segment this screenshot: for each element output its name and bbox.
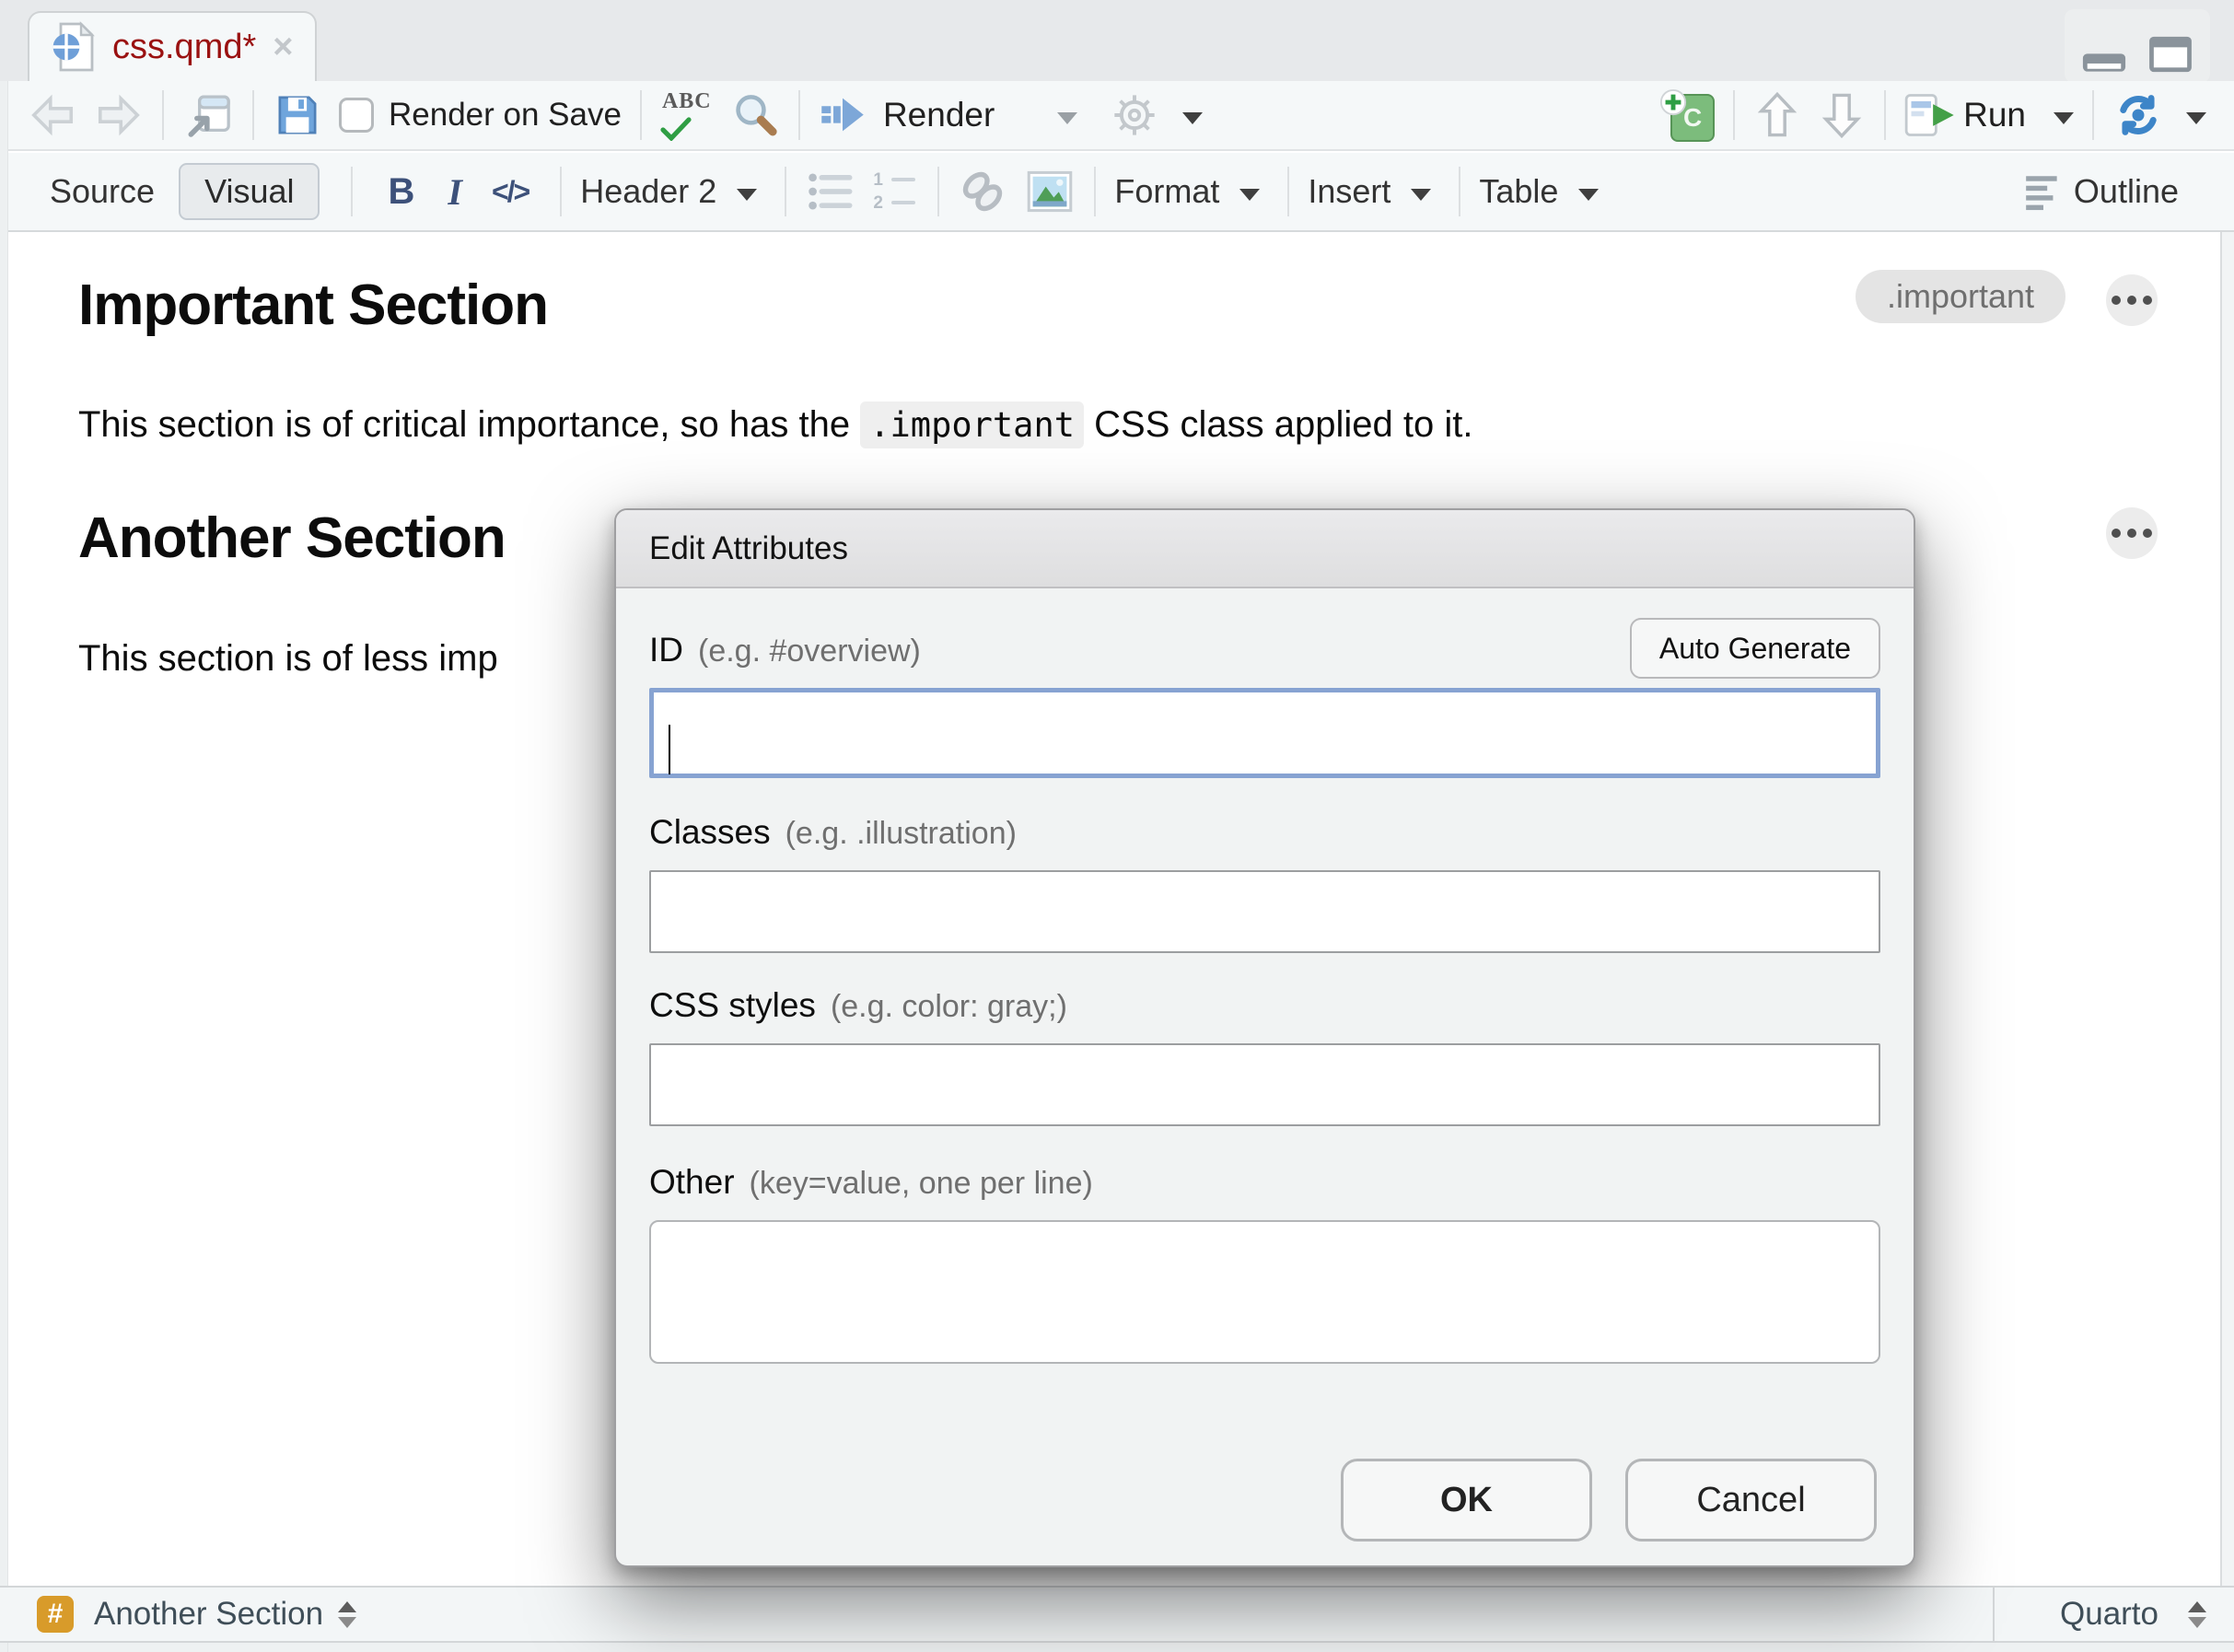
outline-location[interactable]: Another Section bbox=[94, 1596, 323, 1633]
minimize-pane-icon[interactable] bbox=[2081, 52, 2127, 74]
other-field-label: Other (key=value, one per line) bbox=[649, 1163, 1880, 1202]
id-field-label: ID (e.g. #overview) bbox=[649, 631, 1880, 669]
rerun-icon[interactable] bbox=[2112, 91, 2164, 139]
code-button[interactable]: </> bbox=[492, 175, 529, 209]
tab-close-icon[interactable]: × bbox=[273, 29, 293, 64]
classes-input[interactable] bbox=[649, 870, 1880, 953]
edit-attributes-dialog: Edit Attributes Auto Generate ID (e.g. #… bbox=[614, 508, 1915, 1567]
window-bottom-edge bbox=[0, 1643, 2234, 1652]
format-menu[interactable]: Format bbox=[1114, 172, 1260, 211]
inline-code-important[interactable]: .important bbox=[860, 401, 1084, 448]
main-toolbar: Render on Save ABC Render bbox=[0, 81, 2234, 151]
maximize-pane-icon[interactable] bbox=[2147, 35, 2193, 74]
bullet-list-icon[interactable] bbox=[805, 168, 855, 215]
source-mode-button[interactable]: Source bbox=[50, 172, 155, 211]
heading-important-section[interactable]: Important Section bbox=[78, 273, 1828, 338]
dialog-body: ID (e.g. #overview) Classes (e.g. .illus… bbox=[616, 588, 1914, 1565]
text-caret bbox=[669, 725, 670, 774]
table-menu[interactable]: Table bbox=[1479, 172, 1599, 211]
block-options-icon[interactable] bbox=[2106, 507, 2158, 559]
render-icon[interactable] bbox=[819, 91, 867, 139]
save-icon[interactable] bbox=[273, 90, 322, 140]
run-button[interactable]: Run bbox=[1963, 96, 2026, 134]
link-icon[interactable] bbox=[958, 167, 1007, 216]
status-bar: # Another Section Quarto bbox=[0, 1586, 2234, 1643]
editor-mode-selector[interactable]: Quarto bbox=[1993, 1588, 2234, 1641]
cancel-button[interactable]: Cancel bbox=[1625, 1459, 1877, 1541]
numbered-list-icon[interactable]: 1 2 bbox=[871, 168, 919, 215]
render-on-save-label: Render on Save bbox=[389, 97, 622, 134]
render-on-save-checkbox[interactable] bbox=[339, 98, 374, 133]
run-dropdown-icon[interactable] bbox=[2054, 112, 2074, 124]
heading-hash-icon: # bbox=[37, 1596, 74, 1633]
tab-title: css.qmd* bbox=[112, 28, 256, 67]
forward-arrow-icon[interactable] bbox=[94, 90, 144, 140]
editor-right-gutter bbox=[2220, 232, 2234, 1586]
insert-chunk-icon[interactable]: C bbox=[1659, 88, 1715, 142]
mode-stepper-icon bbox=[2188, 1601, 2206, 1628]
header-level-dropdown[interactable]: Header 2 bbox=[580, 172, 757, 211]
run-icon[interactable] bbox=[1904, 91, 1958, 139]
id-input[interactable] bbox=[649, 688, 1880, 778]
bold-button[interactable]: B bbox=[388, 171, 414, 213]
css-styles-input[interactable] bbox=[649, 1043, 1880, 1126]
other-input[interactable] bbox=[649, 1220, 1880, 1364]
classes-field-label: Classes (e.g. .illustration) bbox=[649, 813, 1880, 852]
pane-window-controls bbox=[2065, 9, 2210, 83]
paragraph-1[interactable]: This section is of critical importance, … bbox=[78, 399, 1828, 450]
format-toolbar: Source Visual B I </> Header 2 1 2 bbox=[0, 153, 2234, 232]
visual-mode-button[interactable]: Visual bbox=[179, 163, 320, 220]
gear-dropdown-icon[interactable] bbox=[1182, 112, 1203, 124]
class-badge-important[interactable]: .important bbox=[1856, 270, 2065, 323]
block-options-icon[interactable] bbox=[2106, 274, 2158, 326]
search-icon[interactable] bbox=[730, 90, 780, 140]
rerun-dropdown-icon[interactable] bbox=[2186, 112, 2206, 124]
back-arrow-icon[interactable] bbox=[28, 90, 77, 140]
jump-down-icon[interactable] bbox=[1818, 89, 1866, 141]
outline-icon bbox=[2022, 171, 2065, 212]
image-icon[interactable] bbox=[1024, 168, 1076, 215]
jump-up-icon[interactable] bbox=[1753, 89, 1801, 141]
location-stepper-icon[interactable] bbox=[338, 1601, 356, 1628]
outline-toggle[interactable]: Outline bbox=[2074, 172, 2179, 211]
insert-menu[interactable]: Insert bbox=[1308, 172, 1431, 211]
tab-css-qmd[interactable]: css.qmd* × bbox=[28, 11, 317, 81]
window-left-edge bbox=[0, 81, 8, 1652]
render-dropdown-icon[interactable] bbox=[1057, 112, 1077, 124]
spellcheck-icon[interactable]: ABC bbox=[660, 89, 714, 141]
rstudio-source-pane: css.qmd* × bbox=[0, 0, 2234, 1652]
render-button[interactable]: Render bbox=[883, 96, 995, 134]
quarto-document-icon bbox=[52, 21, 96, 73]
tab-bar: css.qmd* × bbox=[0, 0, 2234, 81]
ok-button[interactable]: OK bbox=[1341, 1459, 1592, 1541]
open-in-new-window-icon[interactable] bbox=[182, 89, 234, 141]
gear-icon[interactable] bbox=[1111, 91, 1158, 139]
css-styles-field-label: CSS styles (e.g. color: gray;) bbox=[649, 986, 1880, 1025]
italic-button[interactable]: I bbox=[448, 170, 462, 214]
dialog-title[interactable]: Edit Attributes bbox=[616, 510, 1914, 588]
